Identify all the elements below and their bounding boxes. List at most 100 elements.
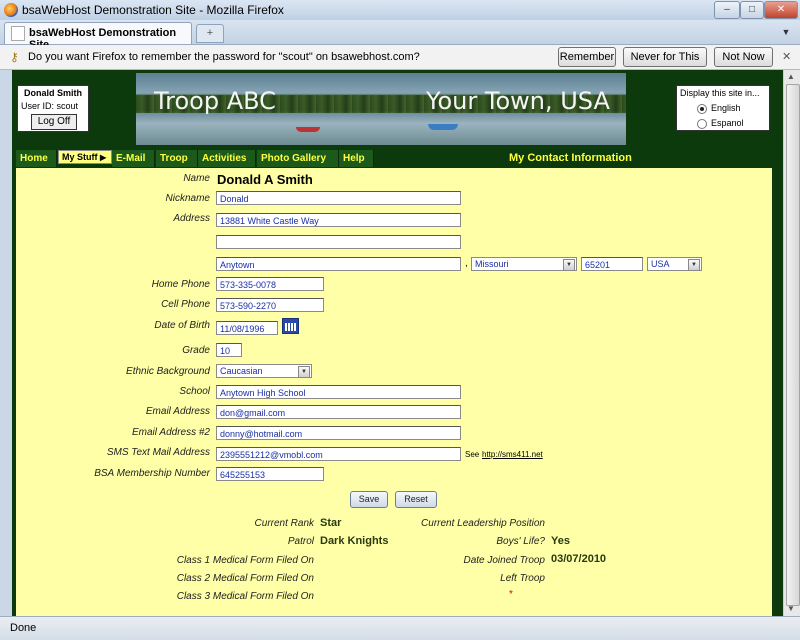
city-input[interactable]: Anytown: [216, 257, 461, 271]
left-troop-label: Left Troop: [500, 573, 545, 584]
user-id: User ID: scout: [21, 101, 79, 111]
window-titlebar: bsaWebHost Demonstration Site - Mozilla …: [0, 0, 800, 21]
email2-label: Email Address #2: [132, 427, 210, 438]
dob-input[interactable]: 11/08/1996: [216, 321, 278, 335]
country-select[interactable]: USA ▼: [647, 257, 702, 271]
sms-label: SMS Text Mail Address: [106, 447, 210, 458]
country-value: USA: [651, 259, 670, 269]
remember-button[interactable]: Remember: [558, 47, 616, 67]
password-notification-bar: ⚷ Do you want Firefox to remember the pa…: [0, 45, 800, 81]
ethnic-value: Caucasian: [220, 366, 263, 376]
espanol-label: Espanol: [711, 118, 744, 128]
reset-button[interactable]: Reset: [395, 491, 437, 508]
close-icon[interactable]: ✕: [782, 50, 791, 63]
cell-phone-label: Cell Phone: [161, 299, 210, 310]
calendar-icon[interactable]: [282, 318, 299, 334]
log-off-button[interactable]: Log Off: [31, 114, 77, 130]
chevron-down-icon: ▼: [563, 259, 575, 271]
grade-input[interactable]: 10: [216, 343, 242, 357]
leadership-label: Current Leadership Position: [421, 518, 545, 529]
address-label: Address: [173, 213, 210, 224]
canoe-image: [428, 124, 458, 130]
cell-phone-input[interactable]: 573-590-2270: [216, 298, 324, 312]
nickname-input[interactable]: Donald: [216, 191, 461, 205]
close-window-button[interactable]: ✕: [764, 1, 798, 19]
vertical-scrollbar[interactable]: ▲ ▼: [783, 70, 800, 616]
bsa-input[interactable]: 645255153: [216, 467, 324, 481]
minimize-button[interactable]: –: [714, 1, 740, 19]
sms411-link[interactable]: http://sms411.net: [482, 450, 543, 459]
nav-help[interactable]: Help: [339, 150, 374, 167]
chevron-down-icon: ▼: [298, 366, 310, 378]
sms-see-label: See: [465, 450, 480, 459]
never-for-site-button[interactable]: Never for This Site: [623, 47, 707, 81]
zip-input[interactable]: 65201: [581, 257, 643, 271]
dob-label: Date of Birth: [154, 320, 210, 331]
boys-life-label: Boys' Life?: [496, 536, 545, 547]
name-value: Donald A Smith: [217, 172, 313, 187]
maximize-button[interactable]: □: [740, 1, 764, 19]
current-rank-label: Current Rank: [254, 518, 314, 529]
address-line2-input[interactable]: [216, 235, 461, 249]
key-icon: ⚷: [10, 50, 19, 64]
user-box: Donald Smith User ID: scout Log Off: [17, 85, 89, 132]
espanol-radio[interactable]: [697, 119, 707, 129]
nav-email[interactable]: E-Mail: [112, 150, 155, 167]
banner-town-name: Your Town, USA: [426, 87, 610, 115]
not-now-button[interactable]: Not Now: [714, 47, 773, 67]
current-rank-value: Star: [320, 517, 342, 529]
password-message: Do you want Firefox to remember the pass…: [28, 51, 420, 63]
scrollbar-thumb[interactable]: [786, 84, 800, 606]
status-text: Done: [10, 622, 37, 634]
language-box: Display this site in... English Espanol: [676, 85, 770, 131]
class3-medical-label: Class 3 Medical Form Filed On: [176, 591, 314, 602]
class2-medical-label: Class 2 Medical Form Filed On: [176, 573, 314, 584]
nav-my-stuff[interactable]: My Stuff ▶: [58, 150, 112, 164]
required-marker: *: [509, 589, 513, 600]
sms-input[interactable]: 2395551212@vmobl.com: [216, 447, 461, 461]
nav-home[interactable]: Home: [16, 150, 57, 167]
chevron-right-icon: ▶: [100, 153, 107, 162]
chevron-down-icon: ▼: [688, 259, 700, 271]
english-radio[interactable]: [697, 104, 707, 114]
email2-input[interactable]: donny@hotmail.com: [216, 426, 461, 440]
nav-activities[interactable]: Activities: [198, 150, 256, 167]
comma-separator: ,: [465, 258, 468, 269]
firefox-logo-icon: [4, 3, 18, 17]
email-label: Email Address: [145, 406, 210, 417]
boys-life-value: Yes: [551, 535, 570, 547]
school-label: School: [179, 386, 210, 397]
bsa-label: BSA Membership Number: [94, 468, 210, 479]
name-label: Name: [183, 173, 210, 184]
grade-label: Grade: [182, 345, 210, 356]
state-value: Missouri: [475, 259, 509, 269]
new-tab-button[interactable]: +: [196, 24, 224, 43]
language-heading: Display this site in...: [680, 88, 760, 98]
page-icon: [11, 26, 25, 41]
save-button[interactable]: Save: [350, 491, 388, 508]
school-input[interactable]: Anytown High School: [216, 385, 461, 399]
address-line1-input[interactable]: 13881 White Castle Way: [216, 213, 461, 227]
banner-troop-name: Troop ABC: [154, 87, 276, 115]
tab-list-icon[interactable]: ▼: [778, 24, 794, 40]
nav-troop[interactable]: Troop: [156, 150, 198, 167]
patrol-value: Dark Knights: [320, 535, 389, 547]
ethnic-label: Ethnic Background: [126, 366, 210, 377]
state-select[interactable]: Missouri ▼: [471, 257, 577, 271]
scroll-down-icon[interactable]: ▼: [787, 604, 795, 613]
page-title: My Contact Information: [509, 152, 632, 164]
user-name: Donald Smith: [24, 88, 82, 98]
scroll-up-icon[interactable]: ▲: [787, 72, 795, 81]
browser-tab[interactable]: bsaWebHost Demonstration Site: [4, 22, 192, 51]
date-joined-value: 03/07/2010: [551, 553, 607, 565]
status-bar: Done: [0, 616, 800, 640]
troop-banner: Troop ABC Your Town, USA: [136, 73, 626, 145]
class1-medical-label: Class 1 Medical Form Filed On: [176, 555, 314, 566]
date-joined-label: Date Joined Troop: [463, 555, 545, 566]
home-phone-input[interactable]: 573-335-0078: [216, 277, 324, 291]
patrol-label: Patrol: [287, 536, 314, 547]
email-input[interactable]: don@gmail.com: [216, 405, 461, 419]
home-phone-label: Home Phone: [151, 279, 210, 290]
ethnic-select[interactable]: Caucasian ▼: [216, 364, 312, 378]
nav-photo-gallery[interactable]: Photo Gallery: [257, 150, 339, 167]
